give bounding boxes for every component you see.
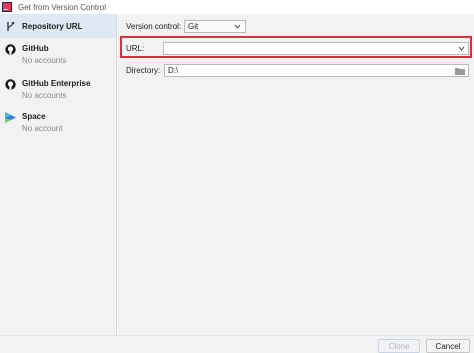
app-icon <box>2 2 12 12</box>
directory-value: D:\ <box>168 66 179 75</box>
sidebar-item-sub: No accounts <box>22 91 67 100</box>
sidebar-item-label: Space <box>22 112 46 121</box>
github-icon <box>5 44 16 55</box>
chevron-down-icon[interactable] <box>458 45 465 54</box>
space-icon <box>5 112 16 123</box>
version-control-select[interactable]: Git <box>184 20 246 33</box>
version-control-value: Git <box>188 22 199 31</box>
url-label: URL: <box>126 44 145 53</box>
chevron-down-icon <box>234 23 241 32</box>
title-bar: Get from Version Control <box>0 0 474 14</box>
sidebar-item-label: Repository URL <box>22 21 83 31</box>
cancel-button[interactable]: Cancel <box>426 339 470 353</box>
sidebar-item-sub: No account <box>22 124 63 133</box>
sidebar-item-github-enterprise[interactable]: GitHub Enterprise No accounts <box>5 79 90 100</box>
branch-icon <box>5 21 16 32</box>
sidebar-item-label: GitHub <box>22 44 49 53</box>
url-combobox[interactable] <box>163 42 469 55</box>
sidebar-item-github[interactable]: GitHub No accounts <box>5 44 66 65</box>
version-control-label: Version control: <box>126 22 182 31</box>
sidebar-item-label: GitHub Enterprise <box>22 79 91 88</box>
sidebar-item-sub: No accounts <box>22 56 67 65</box>
sidebar-item-space[interactable]: Space No account <box>5 112 62 133</box>
clone-button[interactable]: Clone <box>378 339 420 353</box>
window-title: Get from Version Control <box>18 2 107 12</box>
github-icon <box>5 79 16 90</box>
sidebar: Repository URL GitHub No accounts GitHub… <box>0 14 117 353</box>
dialog-footer: Clone Cancel <box>0 335 474 353</box>
directory-field[interactable]: D:\ <box>164 64 469 77</box>
directory-label: Directory: <box>126 66 161 75</box>
folder-icon[interactable] <box>455 67 465 77</box>
sidebar-item-repository-url[interactable]: Repository URL <box>0 14 116 38</box>
main-panel: Version control: Git URL: Directory: D:\ <box>118 14 474 335</box>
